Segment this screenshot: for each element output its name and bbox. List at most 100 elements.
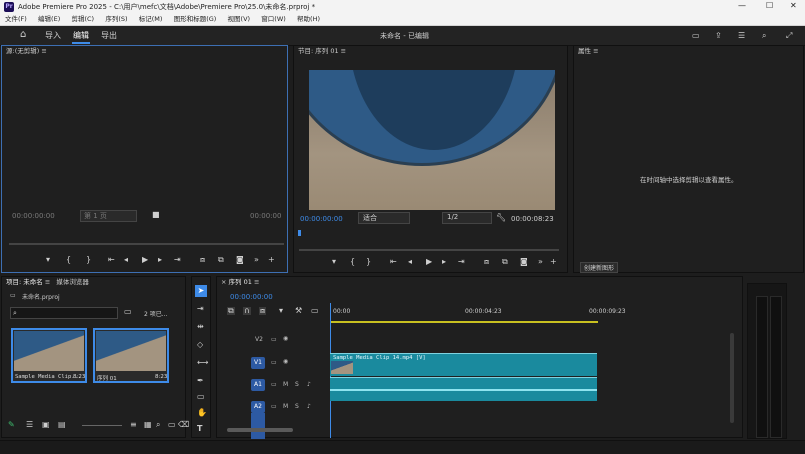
sync-lock-icon[interactable]: ▭ xyxy=(271,336,277,343)
marker-icon[interactable]: ▾ xyxy=(46,256,50,264)
program-scrub-bar[interactable] xyxy=(299,249,559,251)
linked-selection-icon[interactable]: ⧈ xyxy=(259,307,267,315)
step-forward-icon[interactable]: ▸ xyxy=(442,258,446,266)
share-icon[interactable]: ⇪ xyxy=(715,32,722,40)
go-to-out-icon[interactable]: ⇥ xyxy=(458,258,465,266)
new-bin-icon[interactable]: ▭ xyxy=(124,308,132,316)
menu-help[interactable]: 帮助(H) xyxy=(297,15,320,23)
type-tool-icon[interactable]: T xyxy=(197,425,202,433)
source-patch-v1[interactable]: V1 xyxy=(251,357,265,369)
tab-edit[interactable]: 编辑 xyxy=(73,30,89,41)
play-icon[interactable]: ▶ xyxy=(142,256,148,264)
tab-import[interactable]: 导入 xyxy=(45,30,61,41)
plus-icon[interactable]: + xyxy=(268,256,275,264)
track-select-tool-icon[interactable]: ⇥ xyxy=(197,305,204,313)
vertical-scrollbar[interactable] xyxy=(730,333,734,423)
source-patch-a2[interactable]: A2 xyxy=(251,401,265,413)
timeline-tab[interactable]: × 序列 01 ≡ xyxy=(217,277,742,287)
menu-view[interactable]: 视图(V) xyxy=(228,15,251,23)
menu-window[interactable]: 窗口(W) xyxy=(261,15,286,23)
mute-button[interactable]: M xyxy=(283,403,288,410)
camera-icon[interactable]: ◙ xyxy=(520,258,528,266)
fullscreen-icon[interactable]: ⤢ xyxy=(786,32,792,40)
mic-icon[interactable]: ♪ xyxy=(307,403,311,410)
settings-icon[interactable]: » xyxy=(538,258,543,266)
playhead-marker[interactable] xyxy=(298,230,301,236)
menu-clip[interactable]: 剪辑(C) xyxy=(71,15,94,23)
new-item-icon[interactable]: ▭ xyxy=(168,421,176,429)
horizontal-scrollbar[interactable] xyxy=(227,428,293,432)
selection-tool-icon[interactable]: ➤ xyxy=(195,285,207,297)
go-to-in-icon[interactable]: ⇤ xyxy=(390,258,397,266)
stop-icon[interactable]: ■ xyxy=(152,211,160,219)
icon-view-icon[interactable]: ▣ xyxy=(42,421,50,429)
play-icon[interactable]: ▶ xyxy=(426,258,432,266)
sync-lock-icon[interactable]: ▭ xyxy=(271,359,277,366)
camera-icon[interactable]: ◙ xyxy=(236,256,244,264)
menu-graphics[interactable]: 图形和标题(G) xyxy=(174,15,217,23)
mark-in-icon[interactable]: { xyxy=(66,256,71,264)
source-scrub-bar[interactable] xyxy=(9,243,284,245)
mute-button[interactable]: M xyxy=(283,381,288,388)
plus-icon[interactable]: + xyxy=(550,258,557,266)
close-button[interactable]: ✕ xyxy=(790,1,797,10)
workspaces-icon[interactable]: ☰ xyxy=(738,32,745,40)
project-item-clip[interactable]: Sample Media Clip... 8:23 xyxy=(11,328,87,383)
marker-icon[interactable]: ▾ xyxy=(332,258,336,266)
pencil-icon[interactable]: ✎ xyxy=(8,421,15,429)
sync-lock-icon[interactable]: ▭ xyxy=(271,381,277,388)
settings-icon[interactable]: » xyxy=(254,256,259,264)
go-to-out-icon[interactable]: ⇥ xyxy=(174,256,181,264)
captions-icon[interactable]: ▭ xyxy=(311,307,319,315)
automate-icon[interactable]: ▦ xyxy=(144,421,152,429)
eye-icon[interactable]: ◉ xyxy=(283,358,288,365)
step-back-icon[interactable]: ◂ xyxy=(124,256,128,264)
insert-icon[interactable]: ⧈ xyxy=(200,256,205,264)
maximize-button[interactable]: ☐ xyxy=(766,1,773,10)
solo-button[interactable]: S xyxy=(295,381,299,388)
list-view-icon[interactable]: ☰ xyxy=(26,421,33,429)
add-marker-icon[interactable]: ▾ xyxy=(279,307,283,315)
tab-project[interactable]: 项目: 未命名 xyxy=(6,278,43,286)
delete-icon[interactable]: ⌫ xyxy=(178,421,189,429)
tab-media-browser[interactable]: 媒体浏览器 xyxy=(56,278,89,286)
source-page-select[interactable]: 第 1 页 xyxy=(80,210,137,222)
go-to-in-icon[interactable]: ⇤ xyxy=(108,256,115,264)
menu-edit[interactable]: 编辑(E) xyxy=(38,15,60,23)
step-forward-icon[interactable]: ▸ xyxy=(158,256,162,264)
freeform-view-icon[interactable]: ▤ xyxy=(58,421,66,429)
menu-file[interactable]: 文件(F) xyxy=(5,15,27,23)
search-icon[interactable]: ⌕ xyxy=(762,32,766,40)
hand-tool-icon[interactable]: ✋ xyxy=(197,409,207,417)
eye-icon[interactable]: ◉ xyxy=(283,335,288,342)
snap-icon[interactable]: ∩ xyxy=(243,307,251,315)
pen-tool-icon[interactable]: ✒ xyxy=(197,377,204,385)
zoom-slider[interactable] xyxy=(82,425,122,426)
rectangle-tool-icon[interactable]: ▭ xyxy=(197,393,205,401)
fit-dropdown[interactable]: 适合 xyxy=(358,212,410,224)
tab-export[interactable]: 导出 xyxy=(101,30,117,41)
ripple-edit-tool-icon[interactable]: ⇹ xyxy=(197,323,204,331)
wrench-icon[interactable]: 🔧︎ xyxy=(496,214,506,222)
project-search-input[interactable]: ⌕ xyxy=(10,307,118,319)
project-item-sequence[interactable]: 序列 01 8:23 xyxy=(93,328,169,383)
solo-button[interactable]: S xyxy=(295,403,299,410)
mark-in-icon[interactable]: { xyxy=(350,258,355,266)
source-patch-a1[interactable]: A1 xyxy=(251,379,265,391)
panel-layout-icon[interactable]: ▭ xyxy=(692,32,700,40)
program-timecode[interactable]: 00:00:00:00 xyxy=(300,215,343,223)
step-back-icon[interactable]: ◂ xyxy=(408,258,412,266)
lift-icon[interactable]: ⧈ xyxy=(484,258,489,266)
mark-out-icon[interactable]: } xyxy=(366,258,371,266)
timeline-timecode[interactable]: 00:00:00:00 xyxy=(230,293,273,301)
extract-icon[interactable]: ⧉ xyxy=(502,258,508,266)
minimize-button[interactable]: — xyxy=(738,1,746,10)
nest-icon[interactable]: ⧉ xyxy=(227,307,235,315)
mark-out-icon[interactable]: } xyxy=(86,256,91,264)
menu-markers[interactable]: 标记(M) xyxy=(139,15,163,23)
video-clip[interactable]: Sample Media Clip 14.mp4 [V] xyxy=(330,353,597,376)
razor-tool-icon[interactable]: ◇ xyxy=(197,341,203,349)
overwrite-icon[interactable]: ⧉ xyxy=(218,256,224,264)
find-icon[interactable]: ⌕ xyxy=(156,421,160,429)
sort-icon[interactable]: ≡ xyxy=(130,421,137,429)
